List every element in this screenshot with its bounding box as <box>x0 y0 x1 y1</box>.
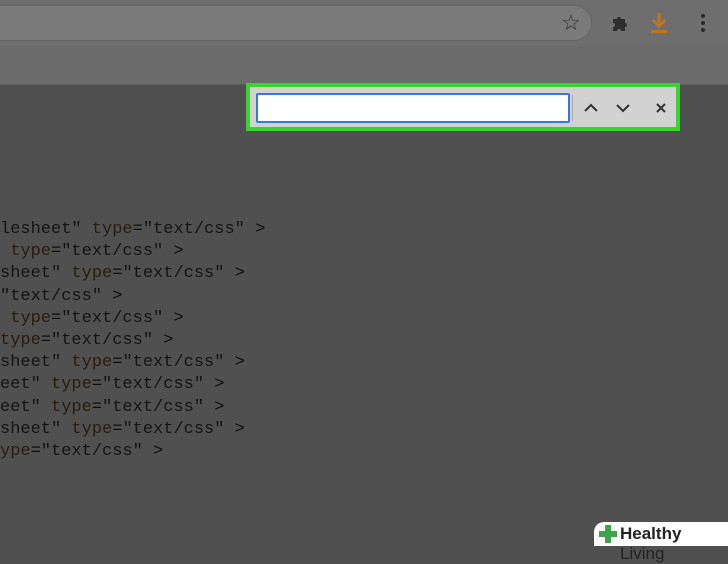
code-line: ype="text/css" > <box>0 441 265 463</box>
code-token: type <box>10 242 52 262</box>
code-line: eet" type="text/css" > <box>0 374 265 396</box>
code-line: type="text/css" > <box>0 241 265 263</box>
code-line: type="text/css" > <box>0 308 265 330</box>
close-find-button[interactable] <box>646 95 676 121</box>
code-token: = <box>91 397 103 417</box>
find-bar-highlight <box>246 83 680 131</box>
code-token: eet" <box>0 375 41 395</box>
extensions-icon[interactable] <box>604 8 634 38</box>
code-token: "text/css" <box>61 308 164 328</box>
code-line: sheet" type="text/css" > <box>0 419 265 441</box>
code-token: type <box>10 308 52 328</box>
code-line: sheet" type="text/css" > <box>0 263 265 285</box>
browser-toolbar: ☆ <box>0 0 728 46</box>
code-token: = <box>51 242 62 262</box>
code-token: > <box>204 375 225 395</box>
code-token: > <box>163 242 184 262</box>
code-token: > <box>102 286 123 306</box>
code-token: > <box>224 353 245 373</box>
code-token: = <box>112 419 123 439</box>
code-token: "text/css" <box>40 441 143 461</box>
next-match-button[interactable] <box>608 95 638 121</box>
watermark-bold: Healthy <box>620 524 682 543</box>
code-token: eet" <box>0 397 41 417</box>
bookmarks-bar <box>0 46 728 85</box>
code-token: > <box>204 397 225 417</box>
watermark-light: Living <box>620 544 665 563</box>
code-token: type <box>71 264 113 284</box>
code-line: lesheet" type="text/css" > <box>0 219 265 241</box>
code-line: "text/css" > <box>0 286 265 308</box>
code-token: = <box>132 220 143 239</box>
code-token: > <box>153 330 174 350</box>
code-token: sheet" <box>0 419 62 439</box>
code-token: type <box>51 375 92 395</box>
code-token: > <box>224 264 245 284</box>
code-token: lesheet" <box>0 220 82 239</box>
code-token: "text/css" <box>122 264 225 284</box>
code-token: sheet" <box>0 353 62 373</box>
plus-cross-icon <box>599 525 617 543</box>
code-line: eet" type="text/css" > <box>0 397 265 419</box>
code-token: "text/css" <box>142 220 245 239</box>
code-token: > <box>244 220 266 239</box>
download-icon[interactable] <box>644 8 674 38</box>
menu-icon[interactable] <box>688 8 718 38</box>
code-token: "text/css" <box>122 353 225 373</box>
code-line: type="text/css" > <box>0 330 265 352</box>
watermark-text: Healthy Living <box>620 524 728 564</box>
chevron-down-icon <box>616 104 630 113</box>
code-token: "text/css" <box>0 286 103 306</box>
address-bar[interactable] <box>0 5 592 41</box>
code-line: sheet" type="text/css" > <box>0 352 265 374</box>
code-token: "text/css" <box>61 242 164 262</box>
code-token: ype <box>0 441 31 461</box>
code-token: = <box>112 264 123 284</box>
code-token: = <box>30 441 41 461</box>
code-token: = <box>91 375 103 395</box>
chevron-up-icon <box>584 103 598 112</box>
code-token: "text/css" <box>51 330 154 350</box>
code-token: type <box>51 397 92 417</box>
code-token: = <box>51 308 62 328</box>
page-source-code: lesheet" type="text/css" > type="text/cs… <box>0 219 265 463</box>
code-token: type <box>71 353 113 373</box>
code-token: sheet" <box>0 264 62 284</box>
find-input[interactable] <box>256 93 570 123</box>
watermark: Healthy Living <box>594 522 728 563</box>
code-token: type <box>71 419 113 439</box>
code-token: type <box>91 220 133 239</box>
code-token: type <box>0 330 41 350</box>
close-icon <box>656 103 666 113</box>
star-icon[interactable]: ☆ <box>556 8 586 38</box>
code-token: "text/css" <box>122 419 225 439</box>
code-token: = <box>40 330 52 350</box>
code-token: "text/css" <box>102 375 205 395</box>
previous-match-button[interactable] <box>576 95 606 121</box>
code-token: = <box>112 353 123 373</box>
find-bar <box>250 87 676 127</box>
code-token: > <box>224 419 245 439</box>
code-token: > <box>163 308 184 328</box>
code-token: "text/css" <box>102 397 205 417</box>
find-divider <box>572 95 573 121</box>
code-token: > <box>142 441 164 461</box>
